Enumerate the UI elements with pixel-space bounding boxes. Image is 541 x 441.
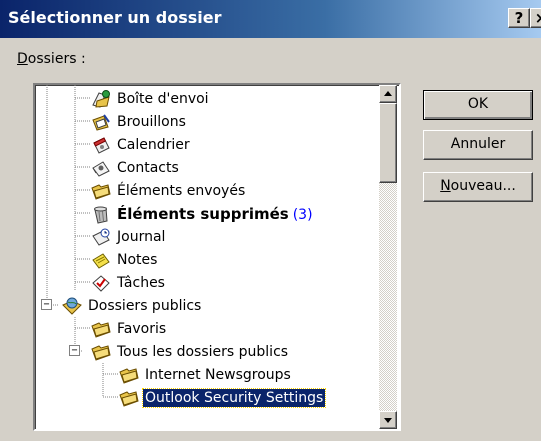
tasks-icon [92, 274, 110, 292]
arrow-up-icon [384, 91, 392, 96]
tree-item-journal[interactable]: Journal [90, 225, 167, 248]
folders-label-accel: D [17, 51, 28, 67]
new-button-label: ouveau... [450, 178, 516, 194]
collapse-public-folders[interactable]: − [41, 299, 52, 310]
dialog-title: Sélectionner un dossier [8, 8, 222, 27]
folders-label-text: ossiers : [27, 51, 86, 67]
cancel-button[interactable]: Annuler [423, 130, 533, 160]
new-button-accel: N [440, 178, 451, 194]
select-folder-dialog: Sélectionner un dossier ? × Dossiers : −… [0, 0, 541, 441]
public-folders-icon [62, 297, 82, 315]
scroll-up-button[interactable] [379, 85, 397, 103]
calendar-icon [93, 136, 110, 154]
tree-item-label: Éléments envoyés [117, 182, 246, 199]
new-folder-button[interactable]: Nouveau... [423, 172, 533, 202]
folder-tree[interactable]: − − Boîte d'envoi Brouillons Calendrier … [33, 83, 401, 431]
vertical-scrollbar[interactable] [379, 85, 397, 429]
tree-item-label: Favoris [117, 320, 167, 337]
tree-item-label: Brouillons [117, 113, 186, 130]
scroll-thumb[interactable] [379, 103, 397, 183]
arrow-down-icon [384, 418, 392, 423]
tree-item-all-public-folders[interactable]: Tous les dossiers publics [90, 340, 290, 363]
folder-icon [91, 183, 111, 200]
drafts-icon [92, 113, 110, 131]
title-bar[interactable]: Sélectionner un dossier ? × [0, 0, 541, 38]
journal-icon [92, 228, 110, 246]
folder-icon [119, 367, 139, 384]
tree-item-label: Outlook Security Settings [141, 387, 327, 408]
deleted-items-label: Éléments supprimés [117, 204, 289, 223]
scroll-down-button[interactable] [379, 411, 397, 429]
tree-item-outlook-security-settings[interactable]: Outlook Security Settings [118, 386, 327, 409]
close-button[interactable]: × [530, 8, 541, 28]
tree-item-label: Tâches [117, 274, 165, 291]
tree-item-label: Internet Newsgroups [145, 366, 291, 383]
trash-icon [94, 206, 108, 224]
collapse-all-public-folders[interactable]: − [69, 345, 80, 356]
notes-icon [92, 252, 110, 269]
tree-item-label: Tous les dossiers publics [117, 343, 289, 360]
tree-item-tasks[interactable]: Tâches [90, 271, 167, 294]
tree-item-label: Calendrier [117, 136, 190, 153]
tree-item-sent-items[interactable]: Éléments envoyés [90, 179, 247, 202]
tree-item-drafts[interactable]: Brouillons [90, 110, 188, 133]
tree-item-public-folders[interactable]: Dossiers publics [61, 294, 203, 317]
folder-icon [119, 390, 139, 407]
outbox-icon [92, 89, 110, 108]
folder-icon [91, 321, 111, 338]
tree-item-deleted-items[interactable]: Éléments supprimés (3) [90, 202, 315, 225]
help-button[interactable]: ? [508, 8, 530, 28]
folder-icon [91, 344, 111, 361]
tree-item-label: Contacts [117, 159, 179, 176]
tree-item-label: Dossiers publics [88, 297, 202, 314]
ok-button[interactable]: OK [423, 90, 533, 120]
contacts-icon [92, 160, 110, 177]
tree-item-internet-newsgroups[interactable]: Internet Newsgroups [118, 363, 293, 386]
unread-count-badge: (3) [292, 206, 313, 223]
tree-item-contacts[interactable]: Contacts [90, 156, 181, 179]
tree-item-notes[interactable]: Notes [90, 248, 159, 271]
tree-item-label: Notes [117, 251, 158, 268]
tree-item-calendar[interactable]: Calendrier [90, 133, 192, 156]
tree-item-label: Éléments supprimés (3) [115, 204, 315, 224]
tree-item-outbox[interactable]: Boîte d'envoi [90, 87, 211, 110]
folders-label: Dossiers : [17, 51, 86, 67]
tree-item-label: Journal [117, 228, 166, 245]
tree-item-favorites[interactable]: Favoris [90, 317, 168, 340]
tree-item-label: Boîte d'envoi [117, 90, 209, 107]
